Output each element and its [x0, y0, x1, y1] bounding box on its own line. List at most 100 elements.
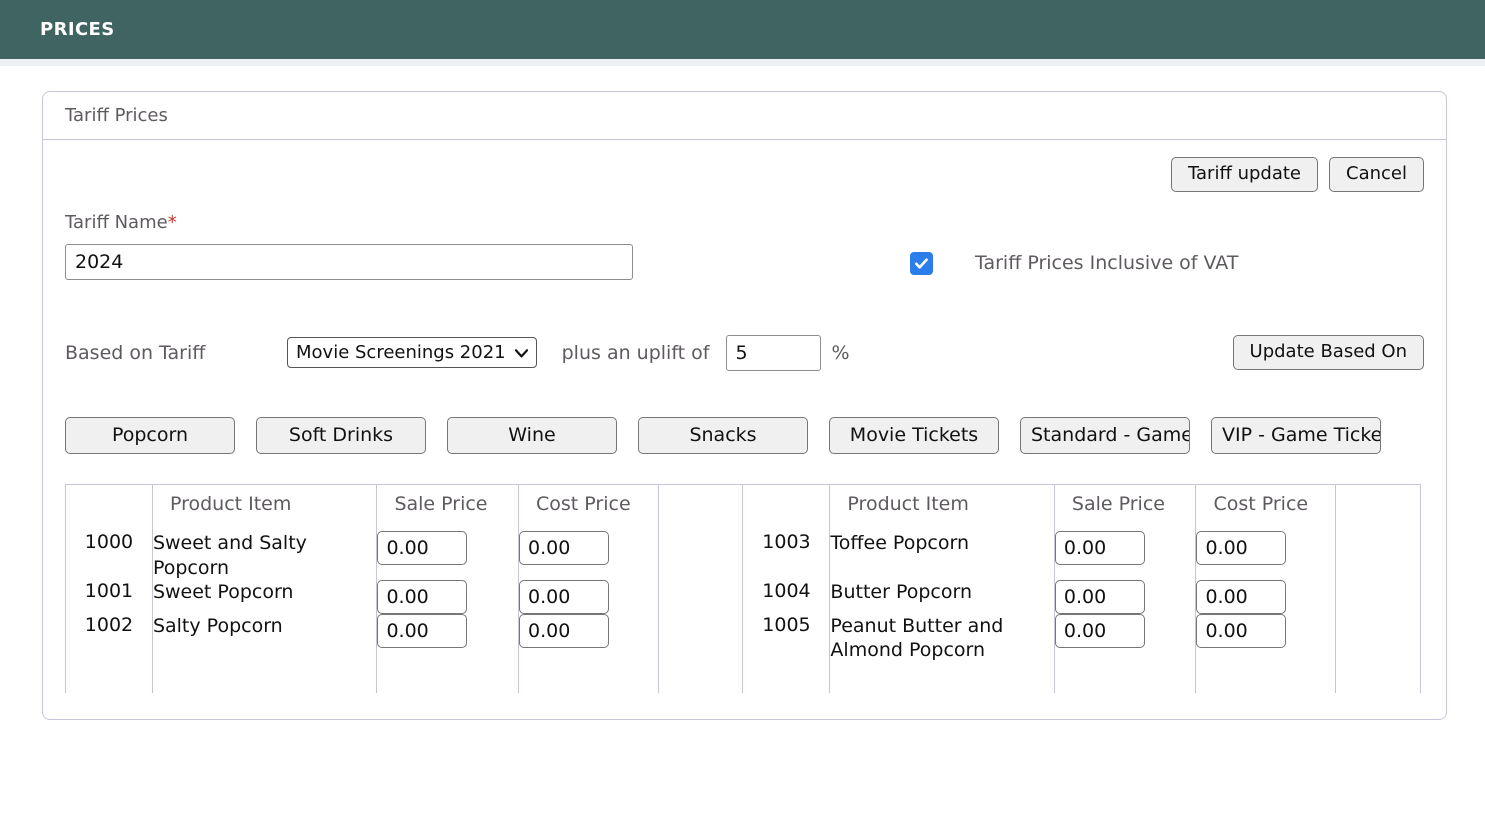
product-price-table: Product Item Sale Price Cost Price Produ… [65, 484, 1421, 693]
filler-cell [376, 662, 519, 693]
tariff-update-button[interactable]: Tariff update [1171, 157, 1319, 192]
tariff-name-field-group: Tariff Name* [65, 212, 910, 280]
vat-checkbox-group: Tariff Prices Inclusive of VAT [910, 212, 1238, 275]
table-filler-row [65, 662, 1421, 693]
tariff-name-row: Tariff Name* Tariff Prices Inclusive of … [65, 212, 1424, 280]
tariff-name-label: Tariff Name* [65, 212, 910, 233]
filler-cell [518, 662, 659, 693]
filler-cell [1053, 662, 1197, 693]
cost-price-cell [1195, 579, 1336, 614]
header-sale-price-right: Sale Price [1053, 484, 1197, 532]
cost-price-input[interactable] [519, 531, 609, 566]
sale-price-cell [376, 613, 519, 663]
sale-price-cell [1053, 579, 1197, 614]
cost-price-cell [518, 613, 659, 663]
page-title: PRICES [40, 19, 115, 40]
header-cost-price-left: Cost Price [518, 484, 659, 532]
cost-price-input[interactable] [1196, 613, 1287, 648]
product-name: Salty Popcorn [151, 613, 378, 663]
table-header-row: Product Item Sale Price Cost Price Produ… [65, 484, 1421, 532]
cost-price-cell [1195, 613, 1336, 663]
cost-price-input[interactable] [1196, 579, 1287, 614]
sale-price-input[interactable] [377, 613, 468, 648]
row-spacer-right [1335, 531, 1421, 580]
table-row: 1001 Sweet Popcorn 1004 Butter Popcorn [65, 579, 1421, 614]
based-on-tariff-row: Based on Tariff Movie Screenings 2021 pl… [65, 334, 1424, 371]
chevron-down-icon [514, 342, 528, 363]
page-content: Tariff Prices Tariff update Cancel Tarif… [0, 66, 1485, 720]
category-tab-wine[interactable]: Wine [447, 416, 617, 455]
product-name: Butter Popcorn [829, 579, 1055, 614]
header-id-left [65, 484, 153, 532]
app-header-bar: PRICES [0, 0, 1485, 59]
vat-inclusive-checkbox[interactable] [910, 251, 933, 275]
row-spacer-right [1335, 613, 1421, 663]
product-id: 1003 [742, 531, 831, 580]
header-sale-price-left: Sale Price [376, 484, 519, 532]
uplift-percent-input[interactable] [725, 334, 821, 371]
sale-price-input[interactable] [1054, 613, 1145, 648]
sale-price-input[interactable] [377, 531, 468, 566]
product-id: 1000 [65, 531, 153, 580]
product-name: Toffee Popcorn [829, 531, 1055, 580]
filler-cell [657, 662, 744, 693]
header-cost-price-right: Cost Price [1195, 484, 1336, 532]
filler-cell [829, 662, 1055, 693]
tariff-prices-panel: Tariff Prices Tariff update Cancel Tarif… [42, 91, 1447, 720]
category-tabs: Popcorn Soft Drinks Wine Snacks Movie Ti… [65, 416, 1424, 455]
product-name: Peanut Butter and Almond Popcorn [829, 613, 1055, 663]
category-tab-vip-game-tickets[interactable]: VIP - Game Tickets [1211, 416, 1381, 455]
category-tab-movie-tickets[interactable]: Movie Tickets [829, 416, 999, 455]
product-name: Sweet and Salty Popcorn [151, 531, 378, 580]
based-on-tariff-select[interactable]: Movie Screenings 2021 [287, 337, 537, 368]
row-spacer-left [657, 613, 744, 663]
table-row: 1000 Sweet and Salty Popcorn 1003 Toffee… [65, 531, 1421, 580]
sale-price-cell [1053, 613, 1197, 663]
product-name: Sweet Popcorn [151, 579, 378, 614]
panel-title: Tariff Prices [65, 105, 168, 126]
sale-price-cell [376, 579, 519, 614]
sale-price-cell [1053, 531, 1197, 580]
category-tab-soft-drinks[interactable]: Soft Drinks [256, 416, 426, 455]
vat-inclusive-label: Tariff Prices Inclusive of VAT [975, 252, 1239, 274]
category-tab-popcorn[interactable]: Popcorn [65, 416, 235, 455]
cost-price-input[interactable] [519, 579, 609, 614]
based-on-tariff-label: Based on Tariff [65, 341, 206, 364]
table-row: 1002 Salty Popcorn 1005 Peanut Butter an… [65, 613, 1421, 663]
header-product-item-left: Product Item [151, 484, 378, 532]
sale-price-input[interactable] [377, 579, 468, 614]
required-asterisk: * [167, 211, 177, 233]
panel-header: Tariff Prices [43, 92, 1446, 140]
product-id: 1004 [742, 579, 831, 614]
header-underline-strip [0, 59, 1485, 66]
cost-price-input[interactable] [519, 613, 609, 648]
row-spacer-left [657, 579, 744, 614]
based-on-tariff-selected-value: Movie Screenings 2021 [296, 342, 506, 363]
update-based-on-button[interactable]: Update Based On [1232, 335, 1424, 370]
sale-price-cell [376, 531, 519, 580]
sale-price-input[interactable] [1054, 531, 1145, 566]
header-id-right [742, 484, 831, 532]
tariff-name-input[interactable] [65, 243, 633, 280]
row-spacer-right [1335, 579, 1421, 614]
filler-cell [1195, 662, 1336, 693]
header-spacer-left [657, 484, 744, 532]
cost-price-cell [1195, 531, 1336, 580]
product-id: 1001 [65, 579, 153, 614]
tariff-name-label-text: Tariff Name [65, 211, 168, 233]
cost-price-input[interactable] [1196, 531, 1287, 566]
filler-cell [151, 662, 378, 693]
panel-toolbar: Tariff update Cancel [65, 157, 1424, 192]
row-spacer-left [657, 531, 744, 580]
category-tab-snacks[interactable]: Snacks [638, 416, 808, 455]
header-product-item-right: Product Item [829, 484, 1055, 532]
cost-price-cell [518, 531, 659, 580]
filler-cell [1335, 662, 1421, 693]
cancel-button[interactable]: Cancel [1329, 157, 1424, 192]
filler-cell [742, 662, 831, 693]
product-id: 1002 [65, 613, 153, 663]
product-id: 1005 [742, 613, 831, 663]
category-tab-standard-game-tickets[interactable]: Standard - Game Tickets [1020, 416, 1190, 455]
panel-body: Tariff update Cancel Tariff Name* 2024 T… [43, 140, 1446, 719]
sale-price-input[interactable] [1054, 579, 1145, 614]
